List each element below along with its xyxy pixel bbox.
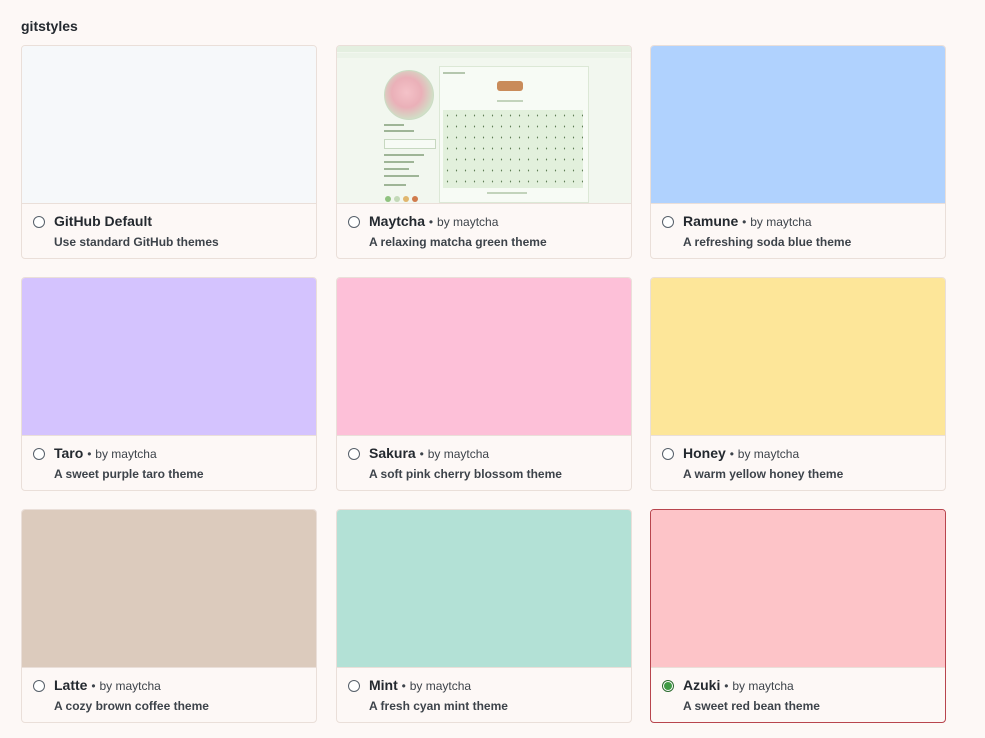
theme-name: Mint [369, 677, 398, 693]
theme-info: Sakura • by maytcha A soft pink cherry b… [337, 435, 631, 490]
theme-radio[interactable] [348, 448, 360, 460]
theme-preview [22, 46, 316, 204]
theme-title-line: Mint • by maytcha [369, 677, 471, 693]
theme-author: by maytcha [732, 679, 794, 693]
theme-card-honey[interactable]: Honey • by maytcha A warm yellow honey t… [650, 277, 946, 491]
theme-radio[interactable] [33, 216, 45, 228]
theme-preview [22, 278, 316, 436]
theme-info: GitHub Default Use standard GitHub theme… [22, 203, 316, 258]
theme-info: Ramune • by maytcha A refreshing soda bl… [651, 203, 945, 258]
theme-card-maytcha[interactable]: Maytcha • by maytcha A relaxing matcha g… [336, 45, 632, 259]
theme-name: Maytcha [369, 213, 426, 229]
theme-separator: • [87, 447, 92, 461]
theme-name: Honey [683, 445, 726, 461]
theme-description: A sweet purple taro theme [54, 467, 204, 481]
maytcha-preview-image [337, 46, 631, 203]
theme-title-line: Ramune • by maytcha [683, 213, 812, 229]
theme-preview [337, 510, 631, 668]
theme-title-line: Sakura • by maytcha [369, 445, 489, 461]
theme-name: Ramune [683, 213, 739, 229]
theme-preview [651, 46, 945, 204]
theme-radio[interactable] [348, 680, 360, 692]
theme-description: Use standard GitHub themes [54, 235, 219, 249]
theme-info: Maytcha • by maytcha A relaxing matcha g… [337, 203, 631, 258]
theme-title-line: Honey • by maytcha [683, 445, 799, 461]
theme-separator: • [428, 215, 434, 229]
theme-description: A relaxing matcha green theme [369, 235, 547, 249]
theme-name: Azuki [683, 677, 721, 693]
theme-card-azuki[interactable]: Azuki • by maytcha A sweet red bean them… [650, 509, 946, 723]
theme-author: by maytcha [99, 679, 161, 693]
cat-icon [497, 81, 523, 91]
theme-radio[interactable] [662, 216, 674, 228]
theme-separator: • [401, 679, 406, 693]
theme-title-line: Azuki • by maytcha [683, 677, 794, 693]
theme-description: A sweet red bean theme [683, 699, 820, 713]
theme-title-line: Latte • by maytcha [54, 677, 161, 693]
theme-card-latte[interactable]: Latte • by maytcha A cozy brown coffee t… [21, 509, 317, 723]
theme-info: Honey • by maytcha A warm yellow honey t… [651, 435, 945, 490]
theme-separator: • [724, 679, 729, 693]
theme-card-ramune[interactable]: Ramune • by maytcha A refreshing soda bl… [650, 45, 946, 259]
theme-preview-screenshot [337, 46, 631, 204]
theme-title-line: GitHub Default [54, 213, 152, 229]
theme-radio[interactable] [662, 680, 674, 692]
theme-info: Mint • by maytcha A fresh cyan mint them… [337, 667, 631, 722]
theme-name: Sakura [369, 445, 416, 461]
theme-description: A refreshing soda blue theme [683, 235, 852, 249]
section-title: gitstyles [21, 18, 78, 34]
avatar [384, 70, 434, 120]
theme-info: Taro • by maytcha A sweet purple taro th… [22, 435, 316, 490]
theme-card-github-default[interactable]: GitHub Default Use standard GitHub theme… [21, 45, 317, 259]
gitstyles-theme-picker: gitstyles GitHub Default Use standard Gi… [0, 0, 985, 738]
theme-description: A cozy brown coffee theme [54, 699, 209, 713]
theme-author: by maytcha [437, 215, 499, 229]
theme-radio[interactable] [348, 216, 360, 228]
theme-card-taro[interactable]: Taro • by maytcha A sweet purple taro th… [21, 277, 317, 491]
theme-author: by maytcha [750, 215, 812, 229]
theme-author: by maytcha [427, 447, 490, 461]
theme-preview [651, 510, 945, 668]
theme-name: Taro [54, 445, 84, 461]
theme-description: A warm yellow honey theme [683, 467, 844, 481]
theme-title-line: Maytcha • by maytcha [369, 213, 498, 229]
theme-preview [22, 510, 316, 668]
theme-separator: • [419, 447, 424, 461]
theme-separator: • [729, 447, 734, 461]
theme-preview [651, 278, 945, 436]
theme-name: GitHub Default [54, 213, 152, 229]
theme-author: by maytcha [409, 679, 472, 693]
theme-card-mint[interactable]: Mint • by maytcha A fresh cyan mint them… [336, 509, 632, 723]
theme-info: Azuki • by maytcha A sweet red bean them… [651, 667, 945, 722]
theme-card-sakura[interactable]: Sakura • by maytcha A soft pink cherry b… [336, 277, 632, 491]
theme-description: A soft pink cherry blossom theme [369, 467, 562, 481]
theme-radio[interactable] [33, 448, 45, 460]
theme-preview [337, 278, 631, 436]
theme-author: by maytcha [95, 447, 157, 461]
theme-info: Latte • by maytcha A cozy brown coffee t… [22, 667, 316, 722]
theme-description: A fresh cyan mint theme [369, 699, 508, 713]
theme-separator: • [91, 679, 96, 693]
theme-title-line: Taro • by maytcha [54, 445, 157, 461]
theme-author: by maytcha [737, 447, 800, 461]
theme-name: Latte [54, 677, 88, 693]
theme-radio[interactable] [662, 448, 674, 460]
theme-radio[interactable] [33, 680, 45, 692]
theme-separator: • [742, 215, 747, 229]
